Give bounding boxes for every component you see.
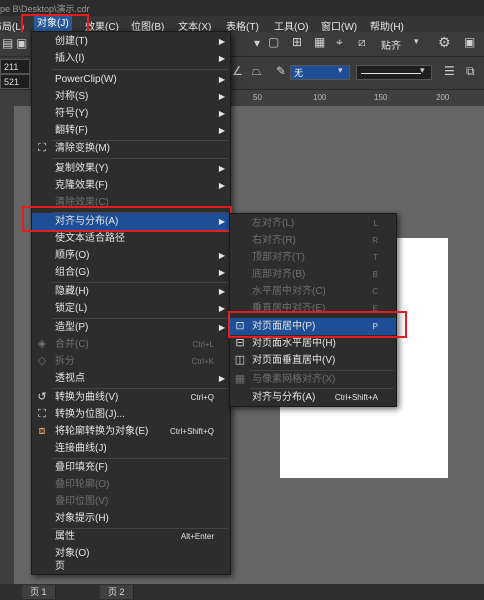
menu-item-align-bottom[interactable]: 底部对齐(B) B [230,266,396,283]
menu-tools[interactable]: 工具(O) [274,18,308,33]
menu-item-group[interactable]: 组合(G) ▶ [32,264,230,281]
line-style-dropdown-icon[interactable]: ▾ [420,65,425,76]
snap-to-label[interactable]: 贴齐 [381,37,401,52]
menu-item-clone-effect[interactable]: 克隆效果(F) ▶ [32,177,230,194]
clear-transform-icon: ⛶ [38,142,46,154]
pixel-grid-icon: ▦ [234,373,246,385]
launch-icon[interactable]: ▣ [464,35,475,49]
ruler-tick: 100 [313,93,327,102]
annotation-box-align-distribute [22,206,232,232]
export-icon[interactable]: ▣ [16,36,27,50]
submenu-arrow-icon: ▶ [218,374,225,383]
menu-item-perspective-point[interactable]: 透视点 ▶ [32,370,230,387]
menu-item-insert[interactable]: 插入(I) ▶ [32,50,230,67]
menu-item-powerclip[interactable]: PowerClip(W) ▶ [32,71,230,88]
submenu-arrow-icon: ▶ [218,37,225,46]
submenu-arrow-icon: ▶ [218,268,225,277]
menu-item-flip[interactable]: 翻转(F) ▶ [32,122,230,139]
menu-item-order[interactable]: 顺序(O) ▶ [32,247,230,264]
submenu-arrow-icon: ▶ [218,251,225,260]
zoom-dropdown-icon[interactable]: ▾ [250,36,264,50]
outline-width-dropdown-icon[interactable]: ▾ [338,65,343,76]
menu-item-overprint-outline[interactable]: 叠印轮廓(O) [32,476,230,493]
height-field[interactable]: 521 mm [0,74,30,102]
line-style-preview [361,73,421,74]
menu-item-combine[interactable]: ◈ 合并(C) Ctrl+L [32,336,230,353]
menu-item-shaping[interactable]: 造型(P) ▶ [32,319,230,336]
combine-icon: ◈ [37,338,47,350]
menu-separator [52,158,228,159]
width-field[interactable]: 211 mm [0,59,30,87]
menu-item-create[interactable]: 创建(T) ▶ [32,33,230,50]
submenu-arrow-icon: ▶ [218,54,225,63]
full-screen-icon[interactable]: ▢ [268,35,279,49]
ruler-tick: 150 [374,93,388,102]
submenu-arrow-icon: ▶ [218,109,225,118]
page-tab-2[interactable]: 页 2 [100,585,134,599]
page-tab-1[interactable]: 页 1 [22,585,56,599]
menu-item-align-pixel-grid[interactable]: ▦ 与像素网格对齐(X) [230,371,396,388]
gear-icon[interactable]: ⚙ [438,34,451,51]
envelope-icon[interactable]: ⏢ [252,64,262,79]
menu-item-lock[interactable]: 锁定(L) ▶ [32,300,230,317]
transform-icon[interactable]: ∠ [232,64,243,78]
submenu-arrow-icon: ▶ [218,92,225,101]
menu-item-symmetry[interactable]: 对称(S) ▶ [32,88,230,105]
snap-icon[interactable]: ⧄ [358,35,366,50]
convert-curves-icon: ↺ [37,391,47,403]
menu-separator [52,69,228,70]
menu-item-convert-to-curves[interactable]: ↺ 转换为曲线(V) Ctrl+Q [32,389,230,406]
menu-item-overprint-bitmap[interactable]: 叠印位图(V) [32,493,230,510]
ruler-tick: 200 [436,93,450,102]
menu-item-center-page-vertically[interactable]: ◫ 对页面垂直居中(V) [230,352,396,369]
menu-item-copy-effect[interactable]: 复制效果(Y) ▶ [32,160,230,177]
snap-dropdown-icon[interactable]: ▾ [414,36,419,47]
menu-window[interactable]: 窗口(W) [321,18,357,33]
break-apart-icon: ◇ [37,355,47,367]
guidelines-icon[interactable]: ⌖ [336,35,343,50]
menu-item-align-right[interactable]: 右对齐(R) R [230,232,396,249]
menu-item-convert-to-bitmap[interactable]: ⛶ 转换为位图(J)... [32,406,230,423]
submenu-arrow-icon: ▶ [218,304,225,313]
outline-object-icon: ⧈ [38,425,46,437]
menu-item-align-distribute-dialog[interactable]: 对齐与分布(A) Ctrl+Shift+A [230,389,396,406]
menu-item-join-curves[interactable]: 连接曲线(J) [32,440,230,457]
pen-icon[interactable]: ✎ [276,64,286,78]
menu-item-fit-text-to-path[interactable]: 使文本适合路径 [32,230,230,247]
import-icon[interactable]: ▤ [2,36,13,50]
menu-item-align-top[interactable]: 顶部对齐(T) T [230,249,396,266]
center-vertical-icon: ◫ [234,354,246,366]
menu-item-align-left[interactable]: 左对齐(L) L [230,215,396,232]
menu-item-outline-to-object[interactable]: ⧈ 将轮廓转换为对象(E) Ctrl+Shift+Q [32,423,230,440]
submenu-arrow-icon: ▶ [218,164,225,173]
submenu-arrow-icon: ▶ [218,181,225,190]
menu-item-break-apart[interactable]: ◇ 拆分 Ctrl+K [32,353,230,370]
convert-bitmap-icon: ⛶ [38,408,46,420]
menu-item-pages[interactable]: 页 [32,558,230,575]
rulers-icon[interactable]: ⊞ [292,35,302,49]
submenu-arrow-icon: ▶ [218,75,225,84]
menu-item-hide[interactable]: 隐藏(H) ▶ [32,283,230,300]
align-distribute-submenu: 左对齐(L) L 右对齐(R) R 顶部对齐(T) T 底部对齐(B) B 水平居中对齐… [229,213,397,407]
menu-item-overprint-fill[interactable]: 叠印填充(F) [32,459,230,476]
menu-item-object-hints[interactable]: 对象提示(H) [32,510,230,527]
menu-item-clear-transform[interactable]: ⛶ 清除变换(M) [32,140,230,157]
menu-item-symbol[interactable]: 符号(Y) ▶ [32,105,230,122]
page-tabs-bar: 页 1 页 2 [0,584,484,600]
object-menu: 创建(T) ▶ 插入(I) ▶ PowerClip(W) ▶ 对称(S) ▶ 符号(Y)… [31,31,231,575]
submenu-arrow-icon: ▶ [218,126,225,135]
text-wrap-icon[interactable]: ☰ [444,64,455,78]
menu-item-align-horizontal-center[interactable]: 水平居中对齐(C) C [230,283,396,300]
ruler-tick: 50 [253,93,262,102]
vertical-ruler [0,106,14,584]
annotation-box-center-to-page [228,311,407,338]
grid-icon[interactable]: ▦ [314,35,325,49]
submenu-arrow-icon: ▶ [218,287,225,296]
menu-help[interactable]: 帮助(H) [370,18,404,33]
submenu-arrow-icon: ▶ [218,323,225,332]
to-front-icon[interactable]: ⧉ [466,64,475,79]
menu-item-properties[interactable]: 属性 Alt+Enter [32,528,230,545]
center-horizontal-icon: ⊟ [235,337,245,349]
